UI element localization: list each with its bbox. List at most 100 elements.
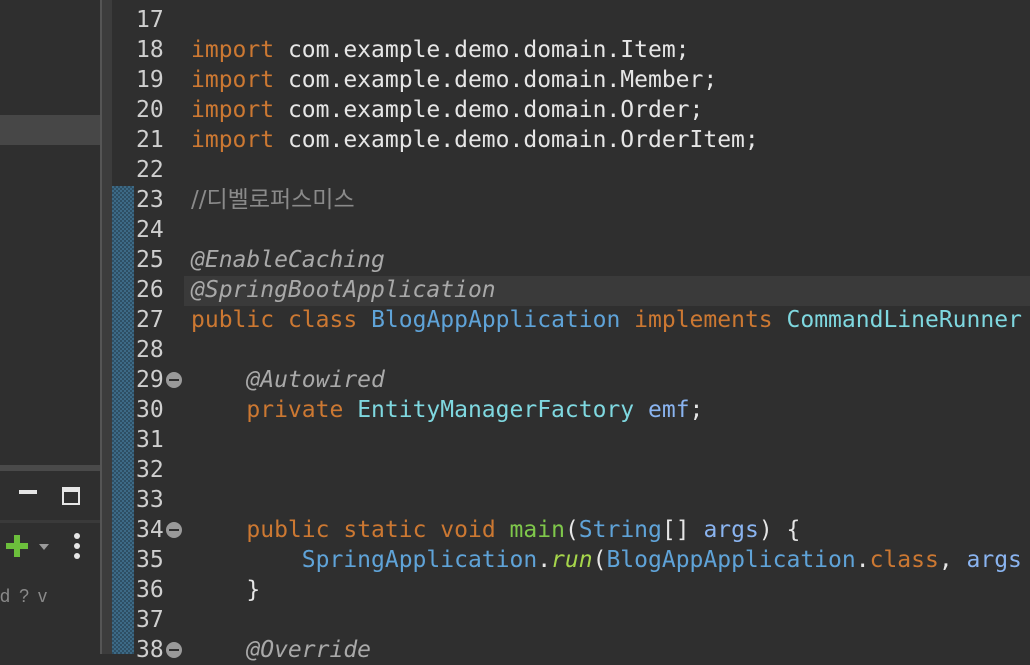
code-token: BlogAppApplication — [606, 547, 856, 573]
code-token: ( — [564, 517, 579, 543]
code-token: args — [966, 547, 1022, 573]
code-line[interactable]: import com.example.demo.domain.Member; — [191, 65, 717, 95]
code-token: import — [191, 37, 275, 63]
line-number: 18 — [136, 37, 164, 63]
code-token: . — [855, 547, 870, 573]
code-token: CommandLineRunner — [786, 307, 1022, 333]
line-number: 20 — [136, 97, 164, 123]
code-token: EntityManagerFactory — [357, 397, 635, 423]
line-number: 26 — [136, 277, 164, 303]
code-line[interactable]: } — [191, 575, 260, 605]
code-token: com.example.demo.domain.Item; — [274, 37, 690, 63]
code-token: ; — [689, 397, 704, 423]
line-number: 17 — [136, 7, 164, 33]
code-token: @Autowired — [246, 367, 385, 393]
code-token: import — [191, 97, 275, 123]
code-token: void — [440, 517, 496, 543]
code-line[interactable]: public static void main(String[] args) { — [191, 515, 800, 545]
line-number: 31 — [136, 427, 164, 453]
code-token: } — [191, 577, 261, 603]
code-line[interactable]: public class BlogAppApplication implemen… — [191, 305, 1022, 335]
code-token: ( — [592, 547, 607, 573]
line-number: 27 — [136, 307, 164, 333]
left-panel: d ? v — [0, 0, 100, 654]
line-number: 36 — [136, 577, 164, 603]
code-token: com.example.demo.domain.Order; — [274, 97, 704, 123]
code-token: , — [938, 547, 967, 573]
code-line[interactable]: import com.example.demo.domain.OrderItem… — [191, 125, 759, 155]
code-token: SpringApplication — [301, 547, 538, 573]
code-line[interactable]: @Autowired — [191, 365, 385, 395]
line-number: 28 — [136, 337, 164, 363]
filter-text: d ? v — [0, 586, 50, 606]
code-line[interactable]: @EnableCaching — [191, 245, 385, 275]
code-token: private — [246, 397, 344, 423]
code-token: . — [537, 547, 552, 573]
code-token: implements — [634, 307, 773, 333]
line-number: 23 — [136, 187, 164, 213]
code-token: args — [703, 517, 759, 543]
code-token: main — [509, 517, 565, 543]
line-number: 37 — [136, 607, 164, 633]
line-number: 32 — [136, 457, 164, 483]
code-token: class — [869, 547, 939, 573]
fold-collapse-icon[interactable] — [166, 522, 182, 538]
code-line[interactable]: @SpringBootApplication — [191, 275, 496, 305]
code-token: @SpringBootApplication — [191, 277, 496, 303]
line-number: 33 — [136, 487, 164, 513]
add-icon[interactable] — [5, 534, 29, 558]
change-marker-bar — [112, 186, 134, 654]
code-token: ) { — [758, 517, 801, 543]
selected-tree-row[interactable] — [0, 115, 100, 145]
code-token: BlogAppApplication — [371, 307, 621, 333]
line-number: 19 — [136, 67, 164, 93]
code-token: import — [191, 127, 275, 153]
code-line[interactable]: import com.example.demo.domain.Order; — [191, 95, 703, 125]
kebab-menu-icon[interactable] — [74, 533, 80, 559]
code-token: import — [191, 67, 275, 93]
code-token: @Override — [246, 637, 372, 663]
line-number: 25 — [136, 247, 164, 273]
line-number: 24 — [136, 217, 164, 243]
code-line[interactable]: import com.example.demo.domain.Item; — [191, 35, 690, 65]
fold-collapse-icon[interactable] — [166, 642, 182, 658]
code-token: //디벨로퍼스미스 — [191, 187, 355, 213]
line-number: 21 — [136, 127, 164, 153]
code-line[interactable]: //디벨로퍼스미스 — [191, 185, 355, 215]
minimize-icon[interactable] — [19, 490, 37, 494]
code-token: com.example.demo.domain.OrderItem; — [274, 127, 759, 153]
code-line[interactable]: SpringApplication.run(BlogAppApplication… — [191, 545, 1022, 575]
code-token: static — [343, 517, 427, 543]
fold-collapse-icon[interactable] — [166, 372, 182, 388]
code-line[interactable]: private EntityManagerFactory emf; — [191, 395, 703, 425]
code-token: com.example.demo.domain.Member; — [274, 67, 718, 93]
code-token: run — [551, 547, 593, 573]
code-token: [] — [661, 517, 704, 543]
maximize-icon[interactable] — [62, 487, 80, 505]
code-token: String — [578, 517, 662, 543]
code-token: @EnableCaching — [191, 247, 385, 273]
panel-divider[interactable] — [100, 0, 112, 654]
line-number: 35 — [136, 547, 164, 573]
code-token: class — [287, 307, 358, 333]
code-token: emf — [648, 397, 690, 423]
code-line[interactable]: @Override — [191, 635, 371, 665]
toolbar-separator — [0, 520, 100, 523]
dropdown-icon[interactable] — [39, 544, 49, 550]
panel-separator — [0, 465, 100, 471]
code-token: public — [191, 307, 275, 333]
code-token: public — [246, 517, 330, 543]
